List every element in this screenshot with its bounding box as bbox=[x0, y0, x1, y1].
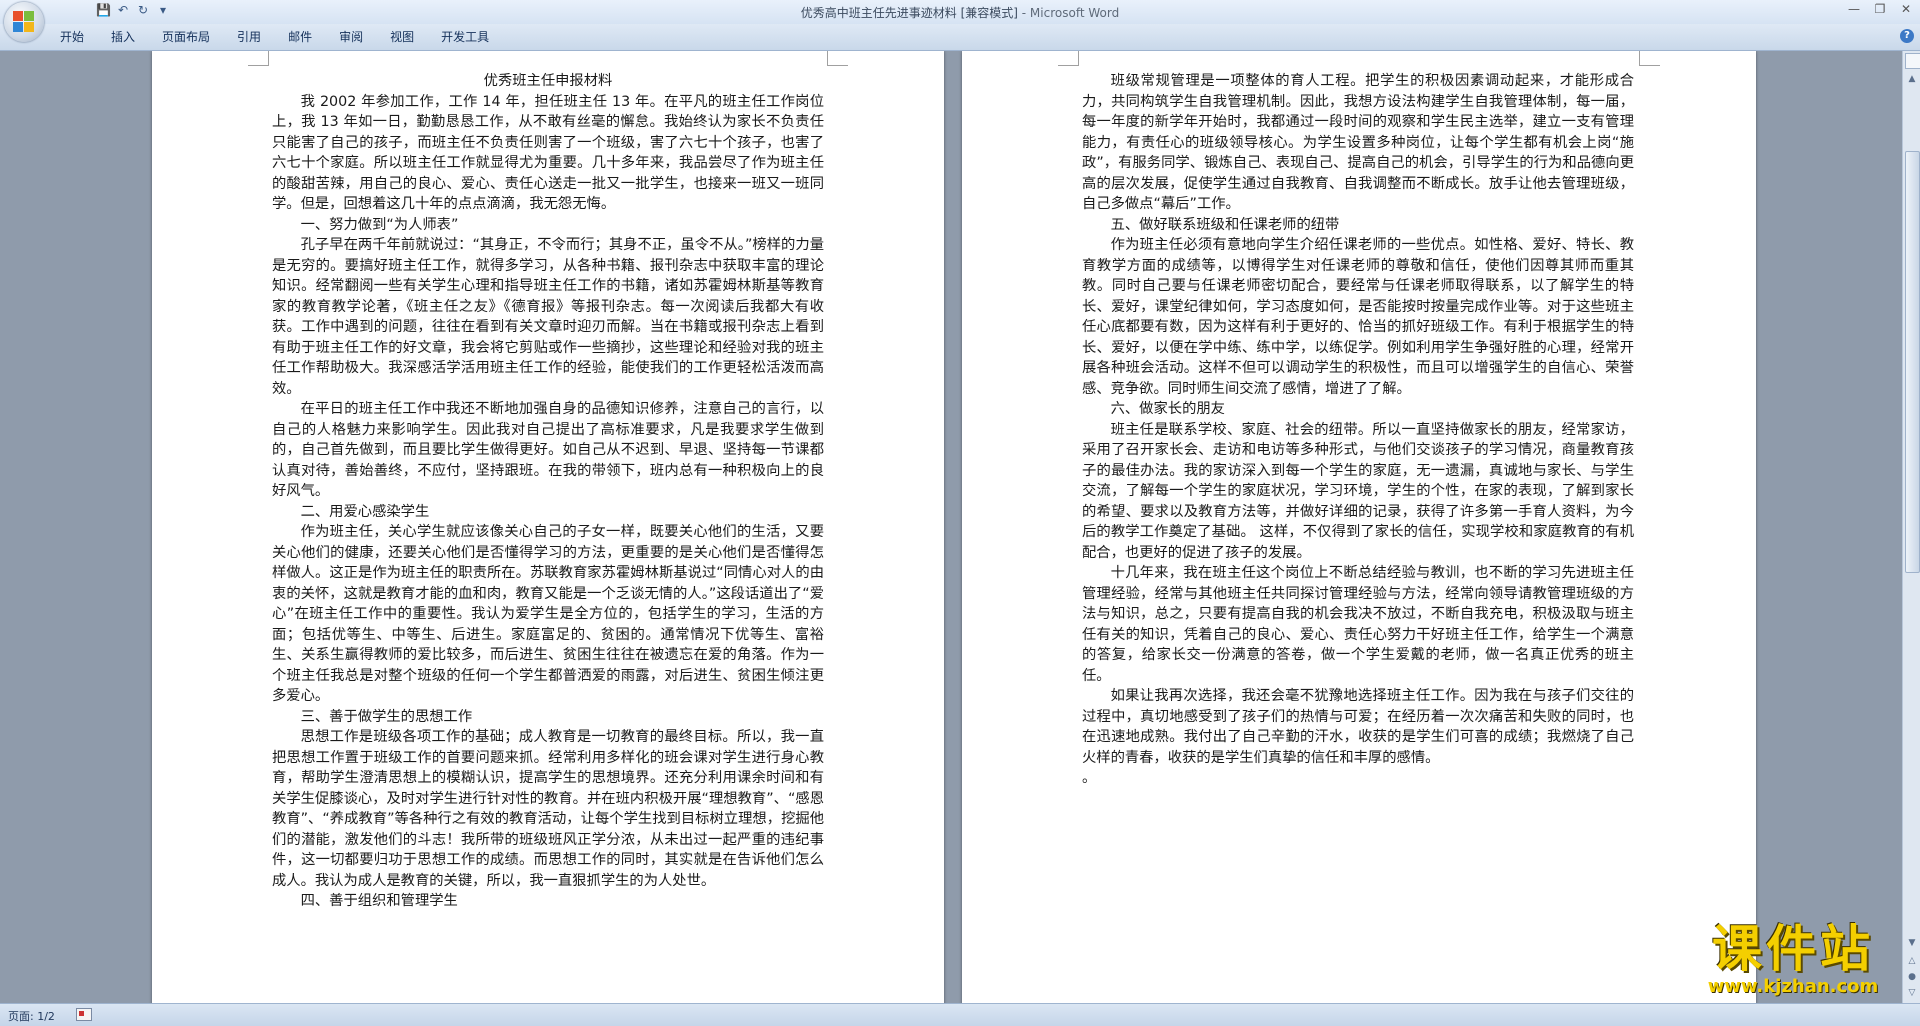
paragraph: 作为班主任必须有意地向学生介绍任课老师的一些优点。如性格、爱好、特长、教育教学方… bbox=[1082, 237, 1634, 397]
paragraph: 二、用爱心感染学生 bbox=[300, 503, 430, 520]
help-icon[interactable]: ? bbox=[1900, 29, 1914, 43]
office-logo-icon bbox=[13, 11, 35, 33]
ribbon-tab[interactable]: 开发工具 bbox=[431, 29, 506, 45]
paragraph: 一、努力做到“为人师表” bbox=[300, 216, 459, 233]
paragraph: 。 bbox=[1082, 770, 1097, 786]
crop-mark bbox=[1058, 51, 1079, 66]
paragraph: 三、善于做学生的思想工作 bbox=[300, 708, 473, 725]
paragraph: 作为班主任，关心学生就应该像关心自己的子女一样，既要关心他们的生活，又要关心他们… bbox=[272, 524, 824, 704]
close-icon[interactable]: ✕ bbox=[1898, 2, 1914, 16]
ribbon-tab[interactable]: 引用 bbox=[227, 29, 278, 45]
crop-mark bbox=[1639, 51, 1660, 66]
paragraph: 在平日的班主任工作中我还不断地加强自身的品德知识修养，注意自己的言行，以自己的人… bbox=[272, 401, 824, 499]
page-2: 班级常规管理是一项整体的育人工程。把学生的积极因素调动起来，才能形成合力，共同构… bbox=[962, 51, 1756, 1003]
page-1: 优秀班主任申报材料 我 2002 年参加工作，工作 14 年，担任班主任 13 … bbox=[152, 51, 944, 1003]
page-2-text[interactable]: 班级常规管理是一项整体的育人工程。把学生的积极因素调动起来，才能形成合力，共同构… bbox=[1082, 71, 1634, 789]
paragraph: 四、善于组织和管理学生 bbox=[300, 893, 458, 909]
status-bar: 页面: 1/2 bbox=[0, 1003, 1920, 1026]
ribbon-tabs: 开始 插入 页面布局 引用 邮件 审阅 视图 开发工具 ? bbox=[0, 24, 1920, 51]
paragraph: 思想工作是班级各项工作的基础；成人教育是一切教育的最终目标。所以，我一直把思想工… bbox=[272, 729, 824, 889]
page-1-text[interactable]: 优秀班主任申报材料 我 2002 年参加工作，工作 14 年，担任班主任 13 … bbox=[272, 71, 824, 912]
ribbon-tab[interactable]: 插入 bbox=[101, 29, 152, 45]
paragraph: 五、做好联系班级和任课老师的纽带 bbox=[1110, 216, 1340, 233]
document-heading: 优秀班主任申报材料 bbox=[483, 73, 613, 89]
crop-mark bbox=[827, 51, 848, 66]
restore-icon[interactable]: ❐ bbox=[1872, 2, 1888, 16]
vertical-scrollbar[interactable]: ▲ ▼ △ ● ▽ bbox=[1902, 51, 1920, 1003]
view-ruler-icon[interactable] bbox=[1905, 53, 1920, 69]
paragraph: 班主任是联系学校、家庭、社会的纽带。所以一直坚持做家长的朋友，经常家访，采用了召… bbox=[1082, 421, 1634, 561]
app-name: - Microsoft Word bbox=[1017, 6, 1120, 20]
ribbon-tab[interactable]: 邮件 bbox=[278, 29, 329, 45]
window-controls: — ❐ ✕ bbox=[1846, 2, 1914, 16]
watermark-url: www.kjzhan.com bbox=[1707, 976, 1879, 997]
paragraph: 如果让我再次选择，我还会毫不犹豫地选择班主任工作。因为我在与孩子们交往的过程中，… bbox=[1082, 688, 1634, 766]
scroll-thumb[interactable] bbox=[1905, 151, 1920, 573]
paragraph: 班级常规管理是一项整体的育人工程。把学生的积极因素调动起来，才能形成合力，共同构… bbox=[1082, 73, 1634, 212]
title-bar: 💾 ↶ ↻ ▾ 优秀高中班主任先进事迹材料 [兼容模式] - Microsoft… bbox=[0, 0, 1920, 42]
minimize-icon[interactable]: — bbox=[1846, 2, 1862, 16]
paragraph: 孔子早在两千年前就说过：“其身正，不令而行；其身不正，虽令不从。”榜样的力量是无… bbox=[272, 237, 824, 397]
watermark: 课件站 www.kjzhan.com bbox=[1668, 922, 1918, 997]
office-button[interactable] bbox=[4, 2, 44, 42]
ribbon-tab[interactable]: 开始 bbox=[50, 29, 101, 45]
window-title: 优秀高中班主任先进事迹材料 [兼容模式] - Microsoft Word bbox=[0, 4, 1920, 21]
document-area: 优秀班主任申报材料 我 2002 年参加工作，工作 14 年，担任班主任 13 … bbox=[0, 51, 1902, 1003]
paragraph: 我 2002 年参加工作，工作 14 年，担任班主任 13 年。在平凡的班主任工… bbox=[272, 93, 824, 213]
document-title: 优秀高中班主任先进事迹材料 [兼容模式] bbox=[800, 6, 1018, 20]
paragraph: 六、做家长的朋友 bbox=[1110, 401, 1225, 417]
watermark-title: 课件站 bbox=[1712, 920, 1874, 978]
ribbon-tab[interactable]: 页面布局 bbox=[152, 29, 227, 45]
macro-record-icon[interactable] bbox=[76, 1008, 92, 1021]
ribbon-tab[interactable]: 视图 bbox=[380, 29, 431, 45]
page-indicator[interactable]: 页面: 1/2 bbox=[8, 1008, 55, 1024]
ribbon-tab[interactable]: 审阅 bbox=[329, 29, 380, 45]
paragraph: 十几年来，我在班主任这个岗位上不断总结经验与教训，也不断的学习先进班主任管理经验… bbox=[1082, 565, 1634, 684]
crop-mark bbox=[248, 51, 269, 66]
scroll-up-icon[interactable]: ▲ bbox=[1903, 71, 1920, 87]
